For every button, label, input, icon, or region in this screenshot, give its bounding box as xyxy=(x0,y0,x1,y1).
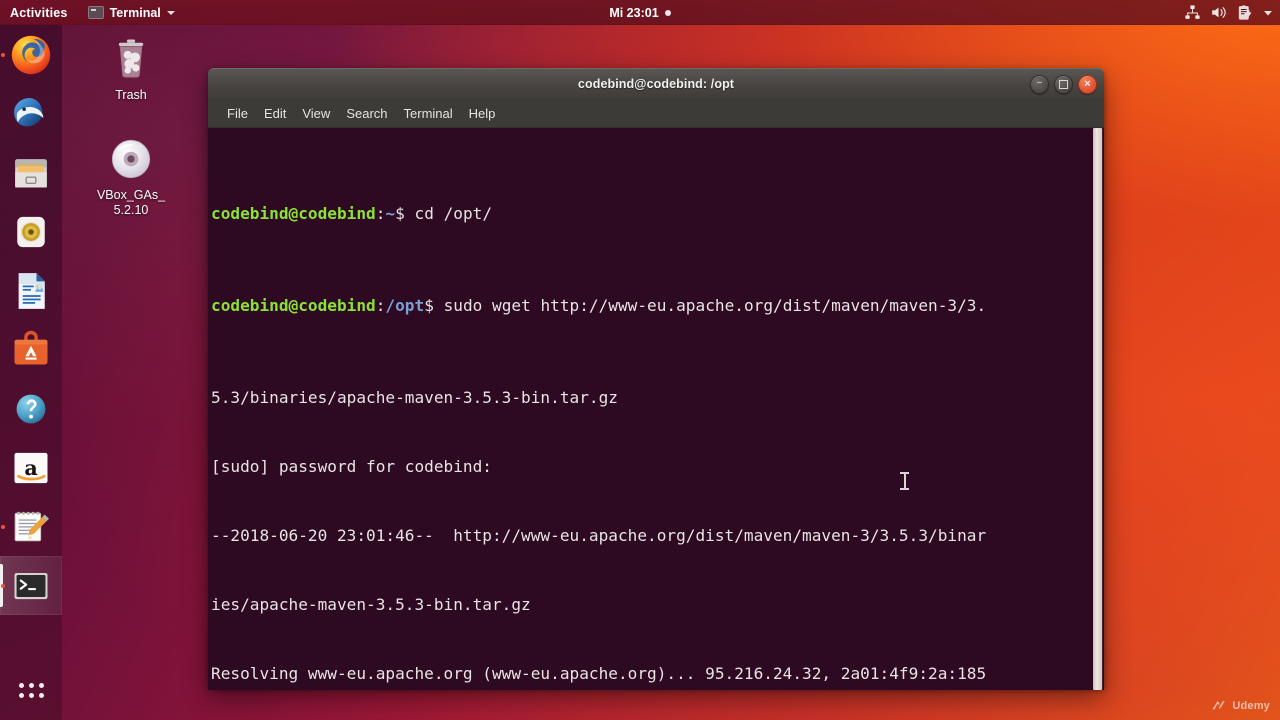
prompt-colon: : xyxy=(375,204,386,223)
grid-icon xyxy=(18,682,44,698)
text-cursor-icon xyxy=(900,472,909,490)
show-applications-button[interactable] xyxy=(0,666,62,714)
svg-text:a: a xyxy=(24,455,37,479)
close-button[interactable]: × xyxy=(1078,74,1097,94)
prompt-user-host: codebind@codebind xyxy=(211,204,376,223)
terminal-line-prompt-1: codebind@codebind:~$ cd /opt/ xyxy=(209,202,1104,225)
terminal-line: Resolving www-eu.apache.org (www-eu.apac… xyxy=(211,664,987,683)
prompt-colon: : xyxy=(375,296,386,315)
dock-item-libreoffice-writer[interactable] xyxy=(0,261,62,320)
terminal-scrollbar[interactable] xyxy=(1093,128,1103,690)
terminal-command-2: sudo wget http://www-eu.apache.org/dist/… xyxy=(443,296,987,315)
network-icon[interactable] xyxy=(1184,4,1201,21)
terminal-titlebar[interactable]: codebind@codebind: /opt − × xyxy=(208,68,1104,99)
notification-dot-icon xyxy=(664,9,671,16)
prompt-sigil: $ xyxy=(424,296,444,315)
desktop-screen: Activities Terminal Mi 23:01 a Trash VBo… xyxy=(0,0,1280,720)
udemy-label: Udemy xyxy=(1232,699,1270,712)
terminal-menubar: File Edit View Search Terminal Help xyxy=(208,99,1104,128)
menu-view[interactable]: View xyxy=(294,103,338,124)
files-icon xyxy=(15,158,47,187)
clock-button: Mi 23:01 xyxy=(0,0,1280,25)
menu-search[interactable]: Search xyxy=(338,103,395,124)
window-controls: − × xyxy=(1030,69,1097,99)
terminal-line: ies/apache-maven-3.5.3-bin.tar.gz xyxy=(211,595,531,614)
dock-item-rhythmbox[interactable] xyxy=(0,202,62,261)
close-icon: × xyxy=(1084,77,1091,90)
terminal-icon xyxy=(87,6,104,19)
rhythmbox-icon xyxy=(17,216,45,247)
thunderbird-icon xyxy=(14,97,44,126)
app-menu-label: Terminal xyxy=(109,5,161,20)
dock-item-help[interactable] xyxy=(0,379,62,438)
clock-label: Mi 23:01 xyxy=(609,5,659,20)
dock-item-thunderbird[interactable] xyxy=(0,84,62,143)
system-menu-caret-icon[interactable] xyxy=(1262,7,1274,19)
prompt-path: ~ xyxy=(385,204,396,223)
window-title: codebind@codebind: /opt xyxy=(577,77,735,91)
text-editor-icon xyxy=(14,511,49,541)
terminal-body[interactable]: codebind@codebind:~$ cd /opt/ codebind@c… xyxy=(208,128,1104,690)
prompt-sigil: $ xyxy=(395,204,415,223)
dock-item-amazon[interactable]: a xyxy=(0,438,62,497)
system-indicators xyxy=(1184,0,1274,25)
terminal-window: codebind@codebind: /opt − × File Edit Vi… xyxy=(208,68,1104,690)
dock-item-ubuntu-software[interactable] xyxy=(0,320,62,379)
menu-help[interactable]: Help xyxy=(461,103,504,124)
help-icon xyxy=(16,394,46,423)
terminal-line-prompt-2: codebind@codebind:/opt$ sudo wget http:/… xyxy=(209,294,1104,317)
udemy-watermark: Udemy xyxy=(1211,699,1270,712)
dock-item-terminal[interactable] xyxy=(0,556,62,615)
desktop-icon-label: Trash xyxy=(115,88,147,102)
battery-icon[interactable] xyxy=(1236,4,1253,21)
trash-icon xyxy=(118,39,144,78)
minimize-icon: − xyxy=(1036,78,1043,89)
dock-item-firefox[interactable] xyxy=(0,25,62,84)
minimize-button[interactable]: − xyxy=(1030,74,1049,94)
running-indicator-icon xyxy=(1,583,5,588)
terminal-line: [sudo] password for codebind: xyxy=(211,457,492,476)
terminal-scrollbar-thumb[interactable] xyxy=(1093,128,1102,690)
prompt-user-host: codebind@codebind xyxy=(211,296,376,315)
ubuntu-software-icon xyxy=(14,330,48,364)
terminal-command-1: cd /opt/ xyxy=(414,204,493,223)
volume-icon[interactable] xyxy=(1210,4,1227,21)
terminal-line: --2018-06-20 23:01:46-- http://www-eu.ap… xyxy=(211,526,987,545)
maximize-icon xyxy=(1059,79,1068,89)
dock-item-text-editor[interactable] xyxy=(0,497,62,556)
desktop-icon-vbox-guest-additions[interactable]: VBox_GAs_ 5.2.10 xyxy=(83,133,179,218)
terminal-output: codebind@codebind:~$ cd /opt/ codebind@c… xyxy=(208,128,1104,690)
firefox-icon xyxy=(11,35,51,74)
desktop-icon-trash[interactable]: Trash xyxy=(83,33,179,103)
terminal-line: 5.3/binaries/apache-maven-3.5.3-bin.tar.… xyxy=(211,388,618,407)
app-menu-button[interactable]: Terminal xyxy=(80,0,183,25)
udemy-logo-icon xyxy=(1212,700,1226,710)
dock: a xyxy=(0,25,62,720)
amazon-icon: a xyxy=(14,452,48,483)
desktop-icon-label: VBox_GAs_ 5.2.10 xyxy=(96,188,166,217)
libreoffice-writer-icon xyxy=(18,272,45,309)
cd-disc-icon xyxy=(111,139,151,179)
menu-terminal[interactable]: Terminal xyxy=(396,103,461,124)
running-indicator-icon xyxy=(1,524,5,529)
activities-label: Activities xyxy=(10,5,68,20)
menu-file[interactable]: File xyxy=(219,103,256,124)
running-indicator-icon xyxy=(1,52,5,57)
terminal-dock-icon xyxy=(14,572,48,599)
chevron-down-icon xyxy=(166,10,175,15)
prompt-path: /opt xyxy=(385,296,425,315)
top-bar: Activities Terminal Mi 23:01 xyxy=(0,0,1280,25)
maximize-button[interactable] xyxy=(1054,74,1073,94)
dock-item-files[interactable] xyxy=(0,143,62,202)
menu-edit[interactable]: Edit xyxy=(256,103,294,124)
activities-button[interactable]: Activities xyxy=(0,0,80,25)
